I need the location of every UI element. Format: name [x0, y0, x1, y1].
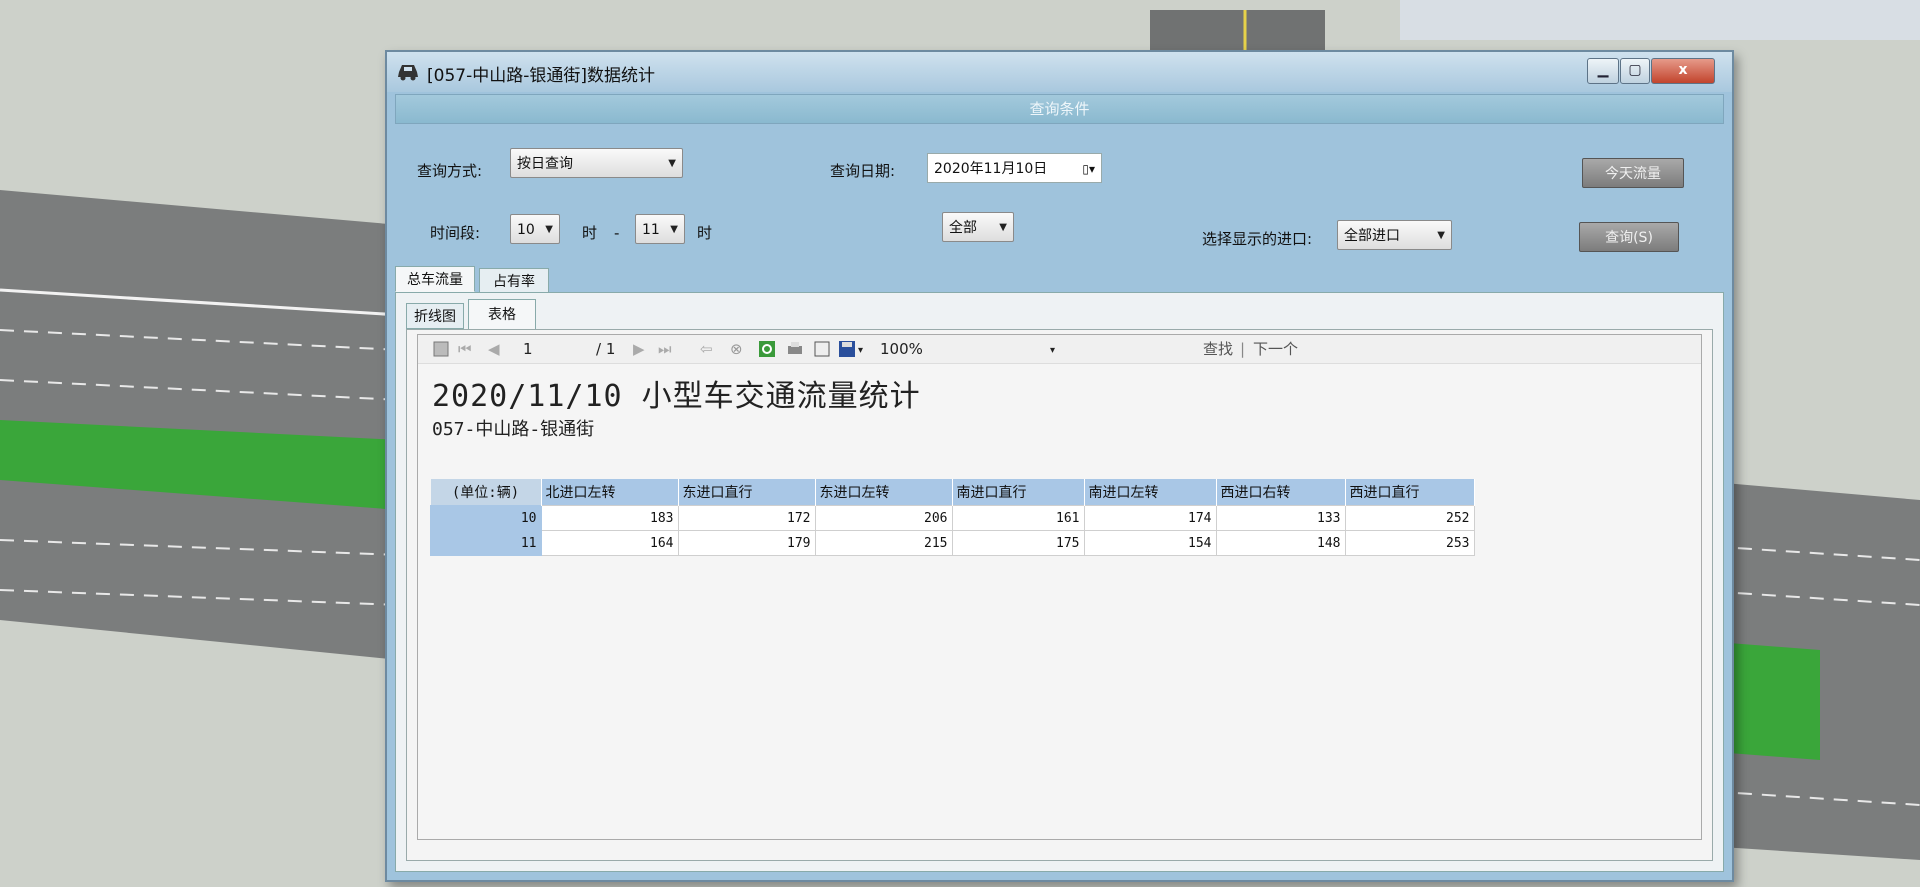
column-header: 南进口左转 — [1084, 479, 1217, 506]
table-cell: 172 — [677, 505, 816, 531]
minimize-button[interactable]: ▁ — [1587, 58, 1619, 84]
zoom-level[interactable]: 100% — [880, 339, 923, 359]
page-layout-icon[interactable] — [813, 340, 831, 358]
table-cell: 179 — [677, 530, 816, 556]
window-title: [057-中山路-银通街]数据统计 — [427, 66, 655, 86]
hour-cell: 11 — [430, 530, 542, 556]
hour-cell: 10 — [430, 505, 542, 531]
chevron-down-icon: ▼ — [1437, 230, 1445, 241]
report-subtitle: 057-中山路-银通街 — [432, 419, 595, 440]
table-cell: 154 — [1083, 530, 1217, 556]
table-cell: 164 — [540, 530, 679, 556]
query-section-header: 查询条件 — [395, 94, 1724, 124]
query-mode-label: 查询方式: — [417, 162, 483, 180]
today-traffic-button[interactable]: 今天流量 — [1582, 158, 1684, 188]
title-bar[interactable]: [057-中山路-银通街]数据统计 ▁ ▢ x — [387, 52, 1732, 92]
hour-from-value: 10 — [517, 222, 535, 238]
entrance-label: 选择显示的进口: — [1202, 230, 1313, 248]
entrance-select[interactable]: 全部进口 ▼ — [1337, 220, 1452, 250]
toolbar-separator: | — [1240, 340, 1246, 358]
chevron-down-icon: ▼ — [670, 224, 678, 235]
car-icon — [398, 65, 418, 81]
chevron-down-icon: ▼ — [999, 222, 1007, 233]
vehicle-type-value: 全部 — [949, 220, 977, 236]
time-range-label: 时间段: — [430, 224, 481, 242]
table-cell: 175 — [951, 530, 1085, 556]
entrance-value: 全部进口 — [1344, 228, 1400, 244]
previous-page-icon[interactable]: ◀ — [488, 339, 500, 359]
table-header-row: (单位:辆) 北进口左转 东进口直行 东进口左转 南进口直行 南进口左转 西进口… — [430, 479, 1475, 506]
query-mode-select[interactable]: 按日查询 ▼ — [510, 148, 683, 178]
chevron-down-icon: ▼ — [545, 224, 553, 235]
hour-to-select[interactable]: 11 ▼ — [635, 214, 685, 244]
tab-line-chart[interactable]: 折线图 — [406, 303, 464, 329]
report-viewer: ⏮ ◀ 1 / 1 ▶ ⏭ ⇦ ⊗ ▾ 100% ▾ 查找 | 下一个 2020… — [417, 334, 1702, 840]
column-header: 东进口左转 — [815, 479, 953, 506]
query-date-picker[interactable]: 2020年11月10日 ▯▾ — [927, 153, 1102, 183]
hour-unit-label: 时 — [582, 224, 598, 242]
last-page-icon[interactable]: ⏭ — [658, 339, 672, 359]
query-mode-value: 按日查询 — [517, 156, 573, 172]
table-cell: 253 — [1344, 530, 1475, 556]
table-cell: 161 — [951, 505, 1085, 531]
current-page[interactable]: 1 — [523, 339, 533, 359]
table-panel: ⏮ ◀ 1 / 1 ▶ ⏭ ⇦ ⊗ ▾ 100% ▾ 查找 | 下一个 2020… — [406, 329, 1713, 861]
table-cell: 252 — [1344, 505, 1475, 531]
range-dash: - — [614, 224, 620, 242]
hour-unit-label: 时 — [697, 224, 713, 242]
hour-to-value: 11 — [642, 222, 660, 238]
report-title: 2020/11/10 小型车交通流量统计 — [432, 379, 921, 414]
table-cell: 148 — [1215, 530, 1346, 556]
table-cell: 206 — [814, 505, 953, 531]
first-page-icon[interactable]: ⏮ — [458, 339, 472, 359]
column-header: 西进口右转 — [1216, 479, 1346, 506]
query-date-value: 2020年11月10日 — [934, 161, 1048, 177]
report-toolbar: ⏮ ◀ 1 / 1 ▶ ⏭ ⇦ ⊗ ▾ 100% ▾ 查找 | 下一个 — [418, 335, 1701, 364]
tab-table[interactable]: 表格 — [468, 299, 536, 330]
query-date-label: 查询日期: — [830, 162, 896, 180]
maximize-button[interactable]: ▢ — [1620, 58, 1650, 84]
find-link[interactable]: 查找 — [1203, 339, 1233, 359]
chevron-down-icon[interactable]: ▾ — [858, 341, 863, 361]
table-cell: 133 — [1215, 505, 1346, 531]
table-row: 11 164 179 215 175 154 148 253 — [430, 530, 1475, 556]
stop-icon[interactable]: ⊗ — [730, 339, 743, 359]
column-header: 北进口左转 — [541, 479, 679, 506]
hour-from-select[interactable]: 10 ▼ — [510, 214, 560, 244]
next-page-icon[interactable]: ▶ — [633, 339, 645, 359]
total-pages: / 1 — [596, 340, 616, 358]
chevron-down-icon: ▼ — [668, 158, 676, 169]
table-cell: 174 — [1083, 505, 1217, 531]
table-cell: 215 — [814, 530, 953, 556]
table-cell: 183 — [540, 505, 679, 531]
unit-header: (单位:辆) — [430, 479, 542, 506]
close-button[interactable]: x — [1651, 58, 1715, 84]
chevron-down-icon[interactable]: ▾ — [1050, 341, 1055, 361]
refresh-icon[interactable] — [758, 340, 776, 358]
find-next-link[interactable]: 下一个 — [1253, 339, 1298, 359]
table-row: 10 183 172 206 161 174 133 252 — [430, 505, 1475, 531]
query-button[interactable]: 查询(S) — [1579, 222, 1679, 252]
tab-total-flow[interactable]: 总车流量 — [395, 266, 475, 292]
total-flow-panel: 折线图 表格 ⏮ ◀ 1 / 1 ▶ ⏭ ⇦ ⊗ ▾ 100% ▾ 查找 | 下… — [395, 292, 1724, 872]
traffic-flow-table: (单位:辆) 北进口左转 东进口直行 东进口左转 南进口直行 南进口左转 西进口… — [430, 479, 1475, 556]
column-header: 西进口直行 — [1345, 479, 1475, 506]
calendar-dropdown-icon[interactable]: ▯▾ — [1082, 154, 1095, 184]
vehicle-type-select[interactable]: 全部 ▼ — [942, 212, 1014, 242]
column-header: 南进口直行 — [952, 479, 1085, 506]
tab-occupancy[interactable]: 占有率 — [479, 268, 549, 294]
back-icon[interactable]: ⇦ — [700, 339, 713, 359]
save-icon[interactable] — [838, 340, 856, 358]
column-header: 东进口直行 — [678, 479, 816, 506]
document-map-icon[interactable] — [432, 340, 450, 358]
statistics-window: [057-中山路-银通街]数据统计 ▁ ▢ x 查询条件 查询方式: 按日查询 … — [385, 50, 1734, 882]
print-icon[interactable] — [786, 340, 804, 358]
